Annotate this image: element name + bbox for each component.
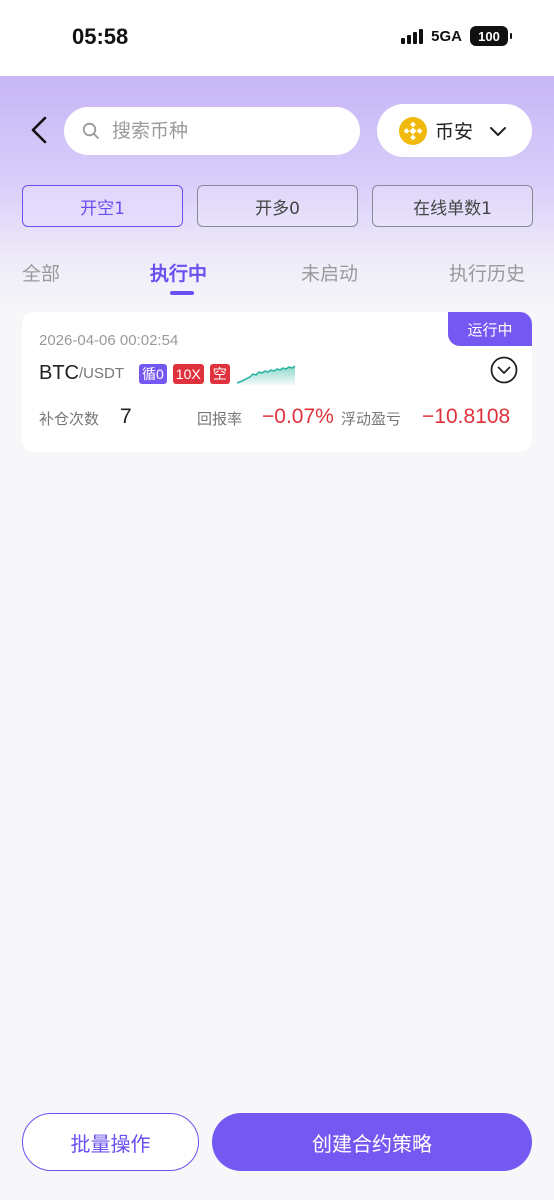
pair-base: BTC xyxy=(39,362,79,384)
exchange-name: 币安 xyxy=(435,121,474,143)
tab-all[interactable]: 全部 xyxy=(22,259,60,286)
back-button[interactable] xyxy=(24,112,54,148)
status-indicators: 5GA 100 xyxy=(401,26,512,46)
search-input[interactable] xyxy=(112,120,332,142)
exchange-selector[interactable]: 币安 xyxy=(377,104,532,157)
refill-count-label: 补仓次数 xyxy=(39,410,100,428)
floating-pnl-label: 浮动盈亏 xyxy=(341,410,402,428)
leverage-tag: 10X xyxy=(172,363,204,384)
chevron-down-icon xyxy=(490,126,507,136)
network-label: 5GA xyxy=(431,27,462,45)
strategy-time: 2026-04-06 00:02:54 xyxy=(39,332,179,349)
chevron-left-icon xyxy=(31,116,47,144)
batch-operation-button[interactable]: 批量操作 xyxy=(22,1113,199,1171)
battery-icon: 100 xyxy=(470,26,512,46)
tab-not-started[interactable]: 未启动 xyxy=(301,259,358,286)
binance-logo-icon xyxy=(399,116,427,145)
tab-bar: 全部 执行中 未启动 执行历史 xyxy=(0,255,554,305)
return-rate-label: 回报率 xyxy=(197,410,243,428)
bottom-action-bar: 批量操作 创建合约策略 xyxy=(22,1113,532,1171)
tab-history[interactable]: 执行历史 xyxy=(449,259,525,286)
status-bar: 05:58 5GA 100 xyxy=(0,0,554,76)
floating-pnl-value: −10.8108 xyxy=(422,405,511,428)
create-strategy-button[interactable]: 创建合约策略 xyxy=(212,1113,532,1171)
strategy-card[interactable]: 运行中 2026-04-06 00:02:54 BTC /USDT 循0 10X… xyxy=(22,312,532,452)
chevron-down-circle-icon xyxy=(490,356,518,384)
pair-quote: /USDT xyxy=(79,365,124,382)
tab-running[interactable]: 执行中 xyxy=(150,259,207,286)
filter-online-orders[interactable]: 在线单数1 xyxy=(372,185,533,227)
sparkline-chart xyxy=(236,364,295,385)
direction-tag: 空 xyxy=(209,363,230,384)
return-rate-value: −0.07% xyxy=(262,405,334,428)
filter-long[interactable]: 开多0 xyxy=(197,185,358,227)
search-icon xyxy=(82,122,99,139)
stats-row: 补仓次数 7 回报率 −0.07% 浮动盈亏 −10.8108 xyxy=(39,405,519,434)
status-time: 05:58 xyxy=(72,24,129,49)
refill-count-value: 7 xyxy=(120,405,132,428)
pair-row: BTC /USDT 循0 10X 空 xyxy=(39,362,295,385)
active-tab-indicator xyxy=(170,291,194,295)
search-box[interactable] xyxy=(64,107,360,155)
status-badge: 运行中 xyxy=(448,312,532,346)
expand-button[interactable] xyxy=(490,356,518,384)
signal-icon xyxy=(401,28,424,44)
loop-tag: 循0 xyxy=(139,363,167,384)
filter-short[interactable]: 开空1 xyxy=(22,185,183,227)
filter-row: 开空1 开多0 在线单数1 xyxy=(22,185,533,227)
